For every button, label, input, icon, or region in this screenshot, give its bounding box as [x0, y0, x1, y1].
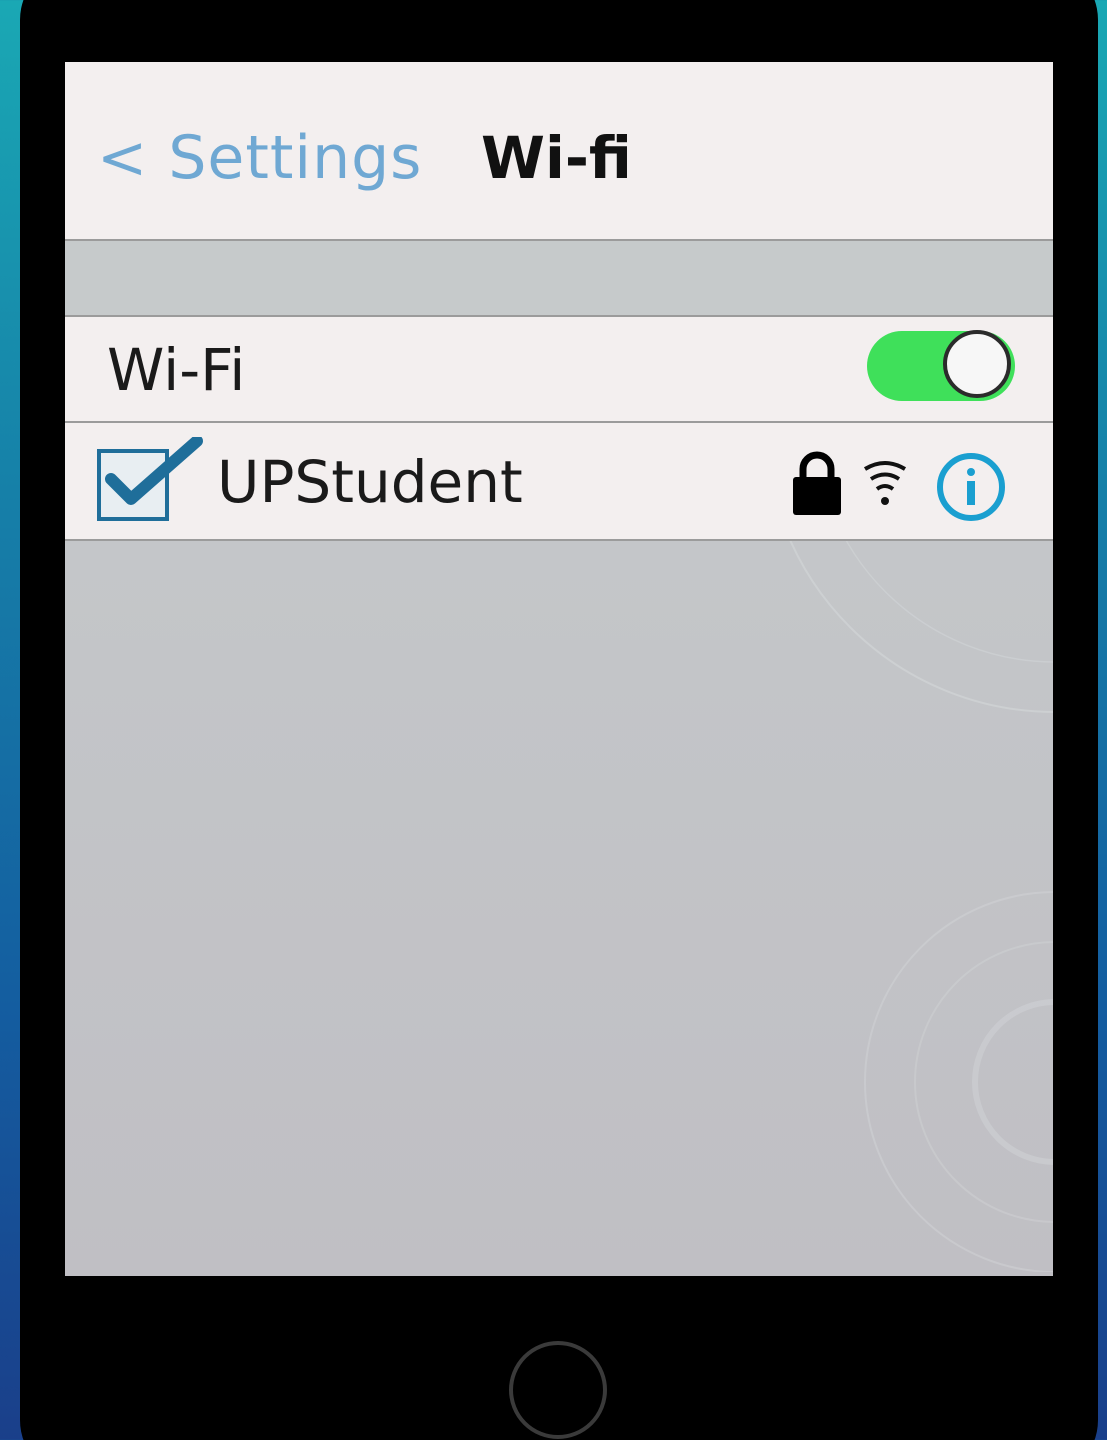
network-name: UPStudent	[217, 448, 523, 516]
lock-icon	[793, 451, 841, 515]
wifi-toggle-row: Wi-Fi	[65, 315, 1053, 423]
wifi-toggle[interactable]	[867, 330, 1015, 401]
wifi-label: Wi-Fi	[107, 336, 246, 404]
navigation-bar: < Settings Wi-fi	[65, 62, 1053, 241]
phone-screen: < Settings Wi-fi Wi-Fi UPStudent	[65, 62, 1053, 1276]
section-spacer	[65, 241, 1053, 315]
info-icon[interactable]	[935, 451, 1007, 523]
page-title: Wi-fi	[481, 124, 632, 192]
toggle-knob	[943, 330, 1011, 398]
checkbox-checked-icon[interactable]	[97, 437, 207, 527]
wifi-signal-icon	[863, 461, 907, 505]
network-row-upstudent[interactable]: UPStudent	[65, 423, 1053, 541]
back-to-settings-link[interactable]: < Settings	[97, 118, 422, 198]
home-button[interactable]	[509, 1341, 607, 1439]
